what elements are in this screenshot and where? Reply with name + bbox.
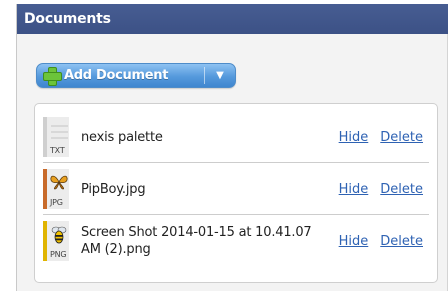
document-name: PipBoy.jpg: [81, 181, 146, 197]
file-type-label: JPG: [50, 198, 63, 207]
panel-body: Add Document ▼ TXT nexis palette Hide De…: [17, 34, 448, 291]
delete-link[interactable]: Delete: [380, 182, 423, 197]
add-document-dropdown-button[interactable]: ▼: [205, 64, 235, 87]
plus-icon: [43, 67, 62, 86]
document-name: nexis palette: [81, 129, 163, 145]
butterfly-image-icon: JPG: [43, 169, 69, 209]
document-list: TXT nexis palette Hide Delete JPG PipBoy…: [34, 103, 438, 283]
hide-link[interactable]: Hide: [339, 234, 369, 249]
hide-link[interactable]: Hide: [339, 130, 369, 145]
delete-link[interactable]: Delete: [380, 234, 423, 249]
document-row: PNG Screen Shot 2014-01-15 at 10.41.07 A…: [43, 215, 429, 267]
panel-title: Documents: [17, 4, 448, 34]
add-document-button-group: Add Document ▼: [36, 63, 236, 88]
hide-link[interactable]: Hide: [339, 182, 369, 197]
caret-down-icon: ▼: [216, 70, 224, 81]
document-actions: Hide Delete: [339, 163, 423, 215]
text-file-icon: TXT: [43, 117, 69, 157]
document-name: Screen Shot 2014-01-15 at 10.41.07 AM (2…: [81, 225, 312, 257]
document-actions: Hide Delete: [339, 215, 423, 267]
add-document-label: Add Document: [64, 68, 169, 83]
bee-glyph: [51, 226, 67, 244]
bee-image-icon: PNG: [43, 221, 69, 261]
butterfly-glyph: [50, 175, 68, 190]
document-actions: Hide Delete: [339, 111, 423, 163]
file-type-label: TXT: [50, 146, 65, 155]
delete-link[interactable]: Delete: [380, 130, 423, 145]
add-document-button[interactable]: Add Document: [37, 64, 204, 87]
file-type-label: PNG: [50, 250, 67, 259]
document-row: JPG PipBoy.jpg Hide Delete: [43, 163, 429, 215]
document-row: TXT nexis palette Hide Delete: [43, 111, 429, 163]
documents-panel: Documents Add Document ▼ TXT nexis palet…: [16, 4, 448, 291]
